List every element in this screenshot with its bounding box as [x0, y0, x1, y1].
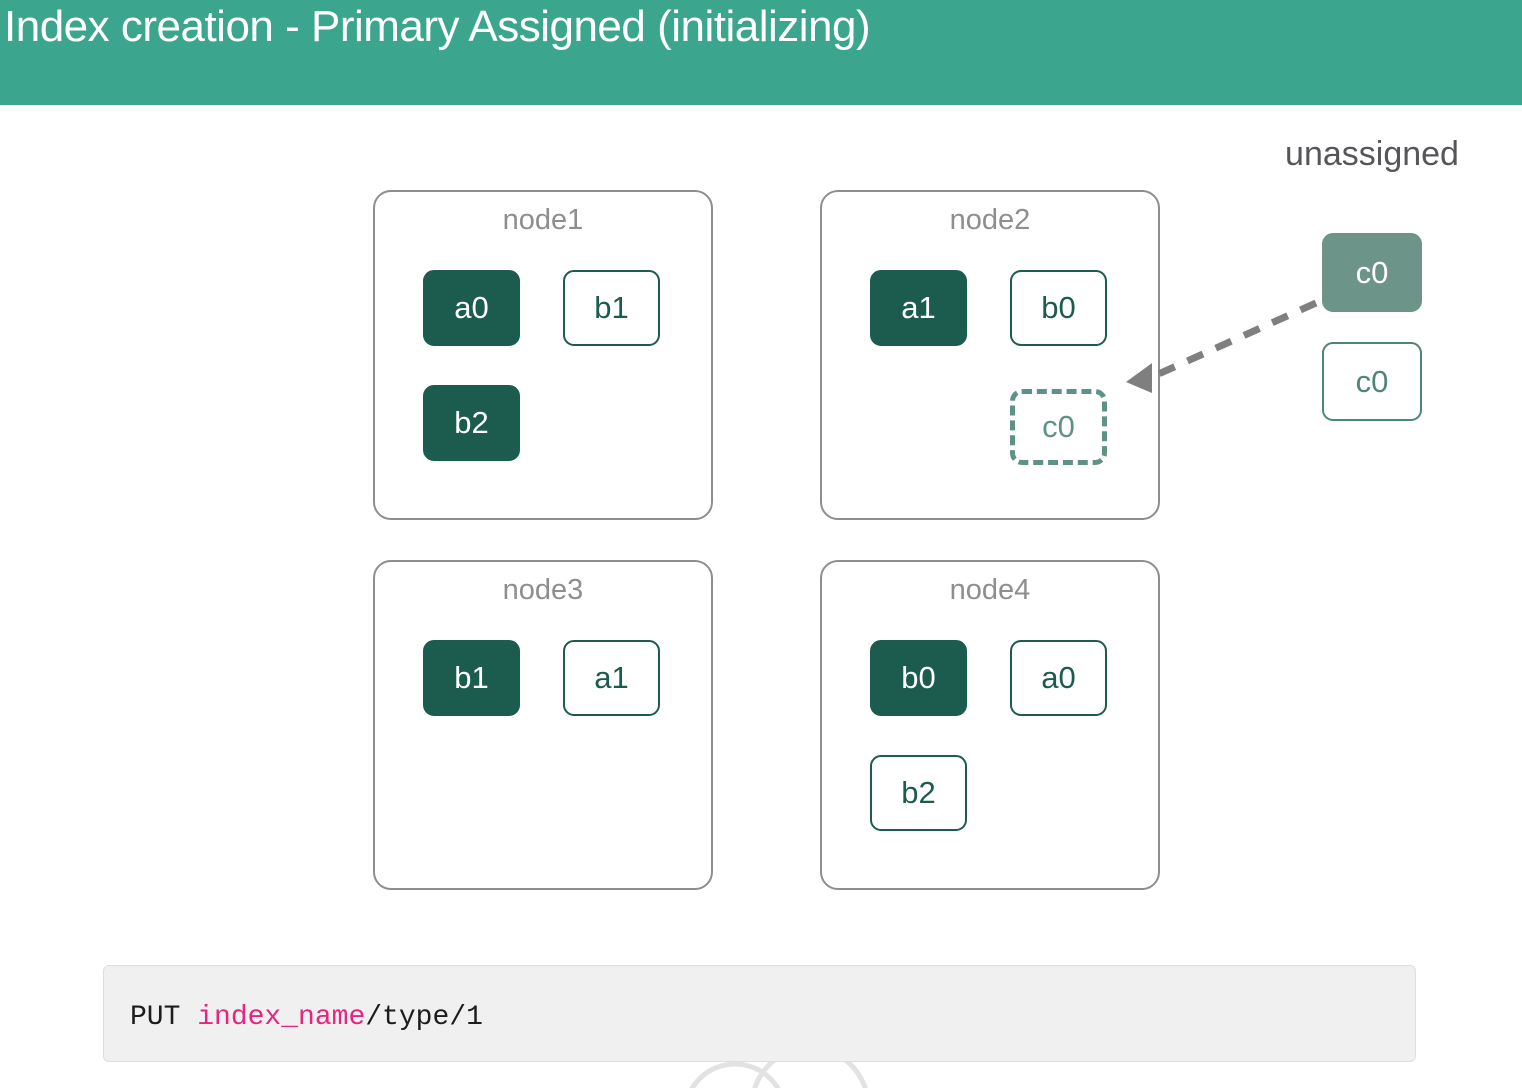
node-box-node2[interactable]: node2 a1 b0 c0 [820, 190, 1160, 520]
shard-row: b2 [870, 755, 1116, 870]
page-title: Index creation - Primary Assigned (initi… [4, 2, 871, 51]
shard-node2-b0[interactable]: b0 [1010, 270, 1107, 346]
unassigned-label: unassigned [1285, 135, 1459, 173]
shard-unassigned-c0-primary[interactable]: c0 [1322, 233, 1422, 312]
shard-grid-node4: b0 a0 b2 [870, 640, 1116, 870]
shard-node3-a1[interactable]: a1 [563, 640, 660, 716]
cluster-diagram: node1 a0 b1 b2 node2 a1 b0 c0 node3 b1 a… [0, 105, 1522, 935]
shard-grid-node3: b1 a1 [423, 640, 669, 755]
shard-node4-b2[interactable]: b2 [870, 755, 967, 831]
shard-row: a1 b0 [870, 270, 1116, 385]
code-line: PUT index_name/type/1 [130, 1002, 483, 1033]
node-box-node1[interactable]: node1 a0 b1 b2 [373, 190, 713, 520]
node-label-node2: node2 [949, 204, 1031, 236]
code-http-method: PUT [130, 1002, 198, 1033]
shard-row: c0 [870, 385, 1116, 500]
shard-row: a0 b1 [423, 270, 669, 385]
code-path: /type/1 [365, 1002, 483, 1033]
shard-row: b1 a1 [423, 640, 669, 755]
shard-node2-c0-initializing[interactable]: c0 [1010, 389, 1107, 465]
node-box-node3[interactable]: node3 b1 a1 [373, 560, 713, 890]
shard-grid-node2: a1 b0 c0 [870, 270, 1116, 500]
shard-node4-a0[interactable]: a0 [1010, 640, 1107, 716]
node-label-node1: node1 [502, 204, 584, 236]
shard-row: b0 a0 [870, 640, 1116, 755]
node-box-node4[interactable]: node4 b0 a0 b2 [820, 560, 1160, 890]
code-index-name: index_name [197, 1002, 366, 1033]
shard-grid-node1: a0 b1 b2 [423, 270, 669, 500]
shard-node1-b1[interactable]: b1 [563, 270, 660, 346]
shard-row: b2 [423, 385, 669, 500]
shard-node3-b1[interactable]: b1 [423, 640, 520, 716]
shard-node1-b2[interactable]: b2 [423, 385, 520, 461]
code-snippet-panel: PUT index_name/type/1 [103, 965, 1416, 1062]
shard-node1-a0[interactable]: a0 [423, 270, 520, 346]
watermark-logo [660, 1062, 880, 1088]
node-label-node3: node3 [502, 574, 584, 606]
shard-node2-a1[interactable]: a1 [870, 270, 967, 346]
shard-node4-b0[interactable]: b0 [870, 640, 967, 716]
node-label-node4: node4 [949, 574, 1031, 606]
relocation-arrow-icon [1126, 299, 1318, 393]
shard-unassigned-c0-replica[interactable]: c0 [1322, 342, 1422, 421]
slide-header-bar: Index creation - Primary Assigned (initi… [0, 0, 1522, 105]
